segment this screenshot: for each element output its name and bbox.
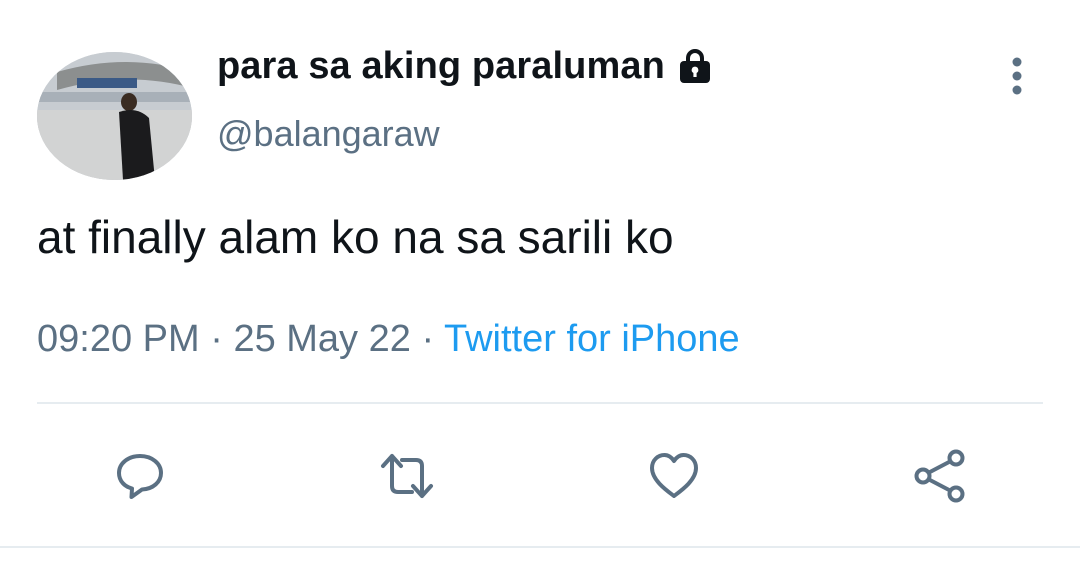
retweet-icon [381, 454, 433, 498]
tweet-meta: 09:20 PM · 25 May 22 · Twitter for iPhon… [37, 318, 740, 361]
heart-icon [650, 453, 698, 498]
tweet-text: at finally alam ko na sa sarili ko [37, 211, 674, 263]
reply-button[interactable] [110, 446, 170, 506]
bottom-divider [0, 546, 1080, 548]
tweet-date: 25 May 22 [233, 318, 411, 360]
more-vertical-icon[interactable] [1000, 54, 1034, 98]
avatar[interactable] [37, 52, 192, 180]
reply-icon [117, 454, 163, 499]
display-name[interactable]: para sa aking paraluman [217, 45, 715, 88]
tweet-time: 09:20 PM [37, 318, 200, 360]
share-button[interactable] [910, 446, 970, 506]
meta-separator: · [410, 318, 444, 360]
retweet-button[interactable] [377, 446, 437, 506]
divider [37, 402, 1043, 404]
meta-separator: · [199, 318, 234, 360]
lock-icon [675, 48, 715, 86]
share-icon [914, 449, 965, 503]
display-name-text: para sa aking paraluman [217, 45, 665, 87]
user-handle[interactable]: @balangaraw [217, 113, 440, 155]
like-button[interactable] [644, 446, 704, 506]
tweet-source-link[interactable]: Twitter for iPhone [444, 318, 740, 360]
avatar-photo [37, 52, 192, 180]
